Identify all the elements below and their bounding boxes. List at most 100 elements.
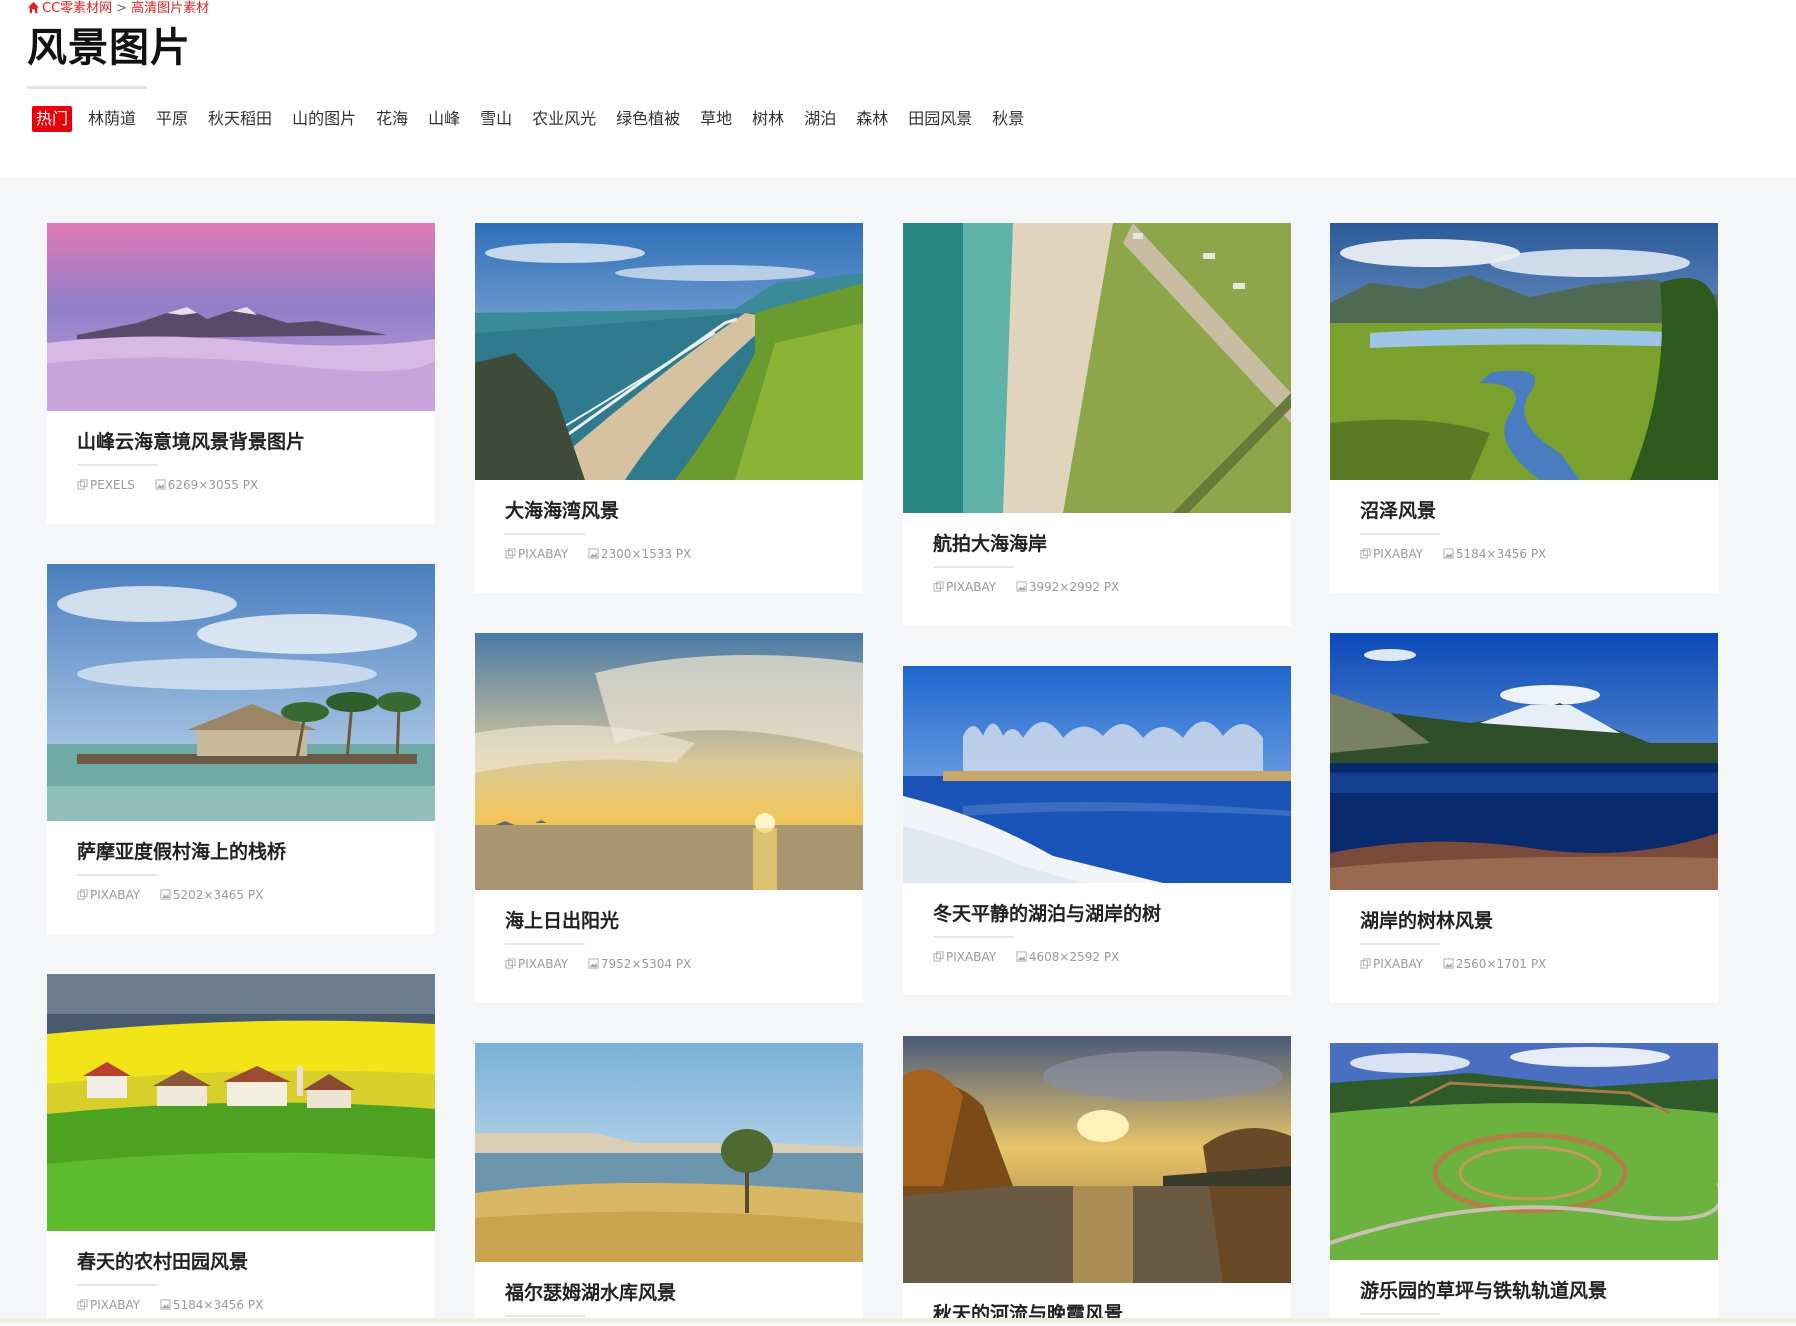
card-size: 6269×3055 PX xyxy=(167,478,259,492)
copy-icon xyxy=(933,951,944,962)
image-card[interactable]: 沼泽风景 PIXABAY 5184×3456 PX xyxy=(1330,223,1718,593)
bottom-strip xyxy=(0,1318,1796,1323)
tag-item[interactable]: 平原 xyxy=(156,106,188,132)
breadcrumb-home-link[interactable]: CC零素材网 xyxy=(42,1,112,16)
card-divider xyxy=(1360,943,1440,945)
card-thumbnail[interactable] xyxy=(1330,1043,1718,1260)
card-source: PIXABAY xyxy=(946,580,997,594)
card-size: 4608×2592 PX xyxy=(1028,950,1120,964)
card-meta: PEXELS 6269×3055 PX xyxy=(77,477,258,493)
card-title[interactable]: 沼泽风景 xyxy=(1360,499,1436,523)
tag-item[interactable]: 山峰 xyxy=(428,106,460,132)
image-icon xyxy=(1016,581,1027,592)
card-meta: PIXABAY 7952×5304 PX xyxy=(505,956,691,972)
tag-item[interactable]: 草地 xyxy=(700,106,732,132)
tag-item[interactable]: 绿色植被 xyxy=(616,106,680,132)
image-card[interactable]: 春天的农村田园风景 PIXABAY 5184×3456 PX xyxy=(47,974,435,1323)
card-title[interactable]: 山峰云海意境风景背景图片 xyxy=(77,430,305,454)
card-divider xyxy=(505,1315,585,1317)
copy-icon xyxy=(77,1299,88,1310)
tag-item[interactable]: 秋天稻田 xyxy=(208,106,272,132)
tag-item[interactable]: 湖泊 xyxy=(804,106,836,132)
tag-item[interactable]: 森林 xyxy=(856,106,888,132)
copy-icon xyxy=(505,548,516,559)
image-card[interactable]: 福尔瑟姆湖水库风景 xyxy=(475,1043,863,1323)
card-thumbnail[interactable] xyxy=(47,223,435,411)
card-divider xyxy=(1360,1313,1440,1315)
image-icon xyxy=(588,958,599,969)
card-thumbnail[interactable] xyxy=(475,1043,863,1262)
card-size: 2560×1701 PX xyxy=(1455,957,1547,971)
card-size: 3992×2992 PX xyxy=(1028,580,1120,594)
card-title[interactable]: 萨摩亚度假村海上的栈桥 xyxy=(77,840,286,864)
image-card[interactable]: 秋天的河流与晚霞风景 xyxy=(903,1036,1291,1325)
tag-item[interactable]: 山的图片 xyxy=(292,106,356,132)
tag-item[interactable]: 林荫道 xyxy=(88,106,136,132)
card-title[interactable]: 海上日出阳光 xyxy=(505,909,619,933)
card-meta: PIXABAY 3992×2992 PX xyxy=(933,579,1119,595)
tag-hot[interactable]: 热门 xyxy=(32,106,73,132)
card-source: PIXABAY xyxy=(90,888,141,902)
page-header: CC零素材网 > 高清图片素材 风景图片 热门 林荫道 平原 秋天稻田 山的图片 花… xyxy=(0,0,1796,178)
page-title: 风景图片 xyxy=(27,25,191,71)
tag-item[interactable]: 雪山 xyxy=(480,106,512,132)
card-source: PIXABAY xyxy=(518,957,569,971)
copy-icon xyxy=(505,958,516,969)
card-title[interactable]: 大海海湾风景 xyxy=(505,499,619,523)
tag-bar: 热门 林荫道 平原 秋天稻田 山的图片 花海 山峰 雪山 农业风光 绿色植被 草… xyxy=(32,106,1044,132)
image-card[interactable]: 大海海湾风景 PIXABAY 2300×1533 PX xyxy=(475,223,863,593)
card-size: 5184×3456 PX xyxy=(172,1298,264,1312)
breadcrumb-current-link[interactable]: 高清图片素材 xyxy=(131,1,209,16)
image-card[interactable]: 萨摩亚度假村海上的栈桥 PIXABAY 5202×3465 PX xyxy=(47,564,435,934)
image-card[interactable]: 冬天平静的湖泊与湖岸的树 PIXABAY 4608×2592 PX xyxy=(903,666,1291,995)
card-divider xyxy=(505,943,585,945)
card-thumbnail[interactable] xyxy=(903,666,1291,883)
card-thumbnail[interactable] xyxy=(1330,223,1718,480)
card-source: PIXABAY xyxy=(1373,957,1424,971)
card-thumbnail[interactable] xyxy=(903,223,1291,513)
tag-item[interactable]: 田园风景 xyxy=(908,106,972,132)
card-thumbnail[interactable] xyxy=(475,633,863,890)
breadcrumb: CC零素材网 > 高清图片素材 xyxy=(27,0,209,18)
card-divider xyxy=(505,533,585,535)
title-underline xyxy=(27,86,147,89)
image-card[interactable]: 山峰云海意境风景背景图片 PEXELS 6269×3055 PX xyxy=(47,223,435,524)
card-divider xyxy=(1360,533,1440,535)
card-thumbnail[interactable] xyxy=(1330,633,1718,890)
image-card[interactable]: 航拍大海海岸 PIXABAY 3992×2992 PX xyxy=(903,223,1291,626)
image-card[interactable]: 游乐园的草坪与铁轨轨道风景 xyxy=(1330,1043,1718,1323)
card-thumbnail[interactable] xyxy=(47,564,435,821)
home-icon[interactable] xyxy=(27,1,40,14)
image-card[interactable]: 湖岸的树林风景 PIXABAY 2560×1701 PX xyxy=(1330,633,1718,1003)
card-title[interactable]: 游乐园的草坪与铁轨轨道风景 xyxy=(1360,1279,1607,1303)
card-thumbnail[interactable] xyxy=(47,974,435,1231)
tag-item[interactable]: 农业风光 xyxy=(532,106,596,132)
copy-icon xyxy=(1360,958,1371,969)
card-thumbnail[interactable] xyxy=(903,1036,1291,1283)
image-icon xyxy=(1443,958,1454,969)
card-size: 7952×5304 PX xyxy=(600,957,692,971)
card-meta: PIXABAY 2300×1533 PX xyxy=(505,546,691,562)
card-divider xyxy=(77,874,157,876)
card-title[interactable]: 春天的农村田园风景 xyxy=(77,1250,248,1274)
tag-item[interactable]: 花海 xyxy=(376,106,408,132)
card-title[interactable]: 湖岸的树林风景 xyxy=(1360,909,1493,933)
card-size: 2300×1533 PX xyxy=(600,547,692,561)
card-source: PIXABAY xyxy=(518,547,569,561)
image-icon xyxy=(160,1299,171,1310)
image-card[interactable]: 海上日出阳光 PIXABAY 7952×5304 PX xyxy=(475,633,863,1003)
copy-icon xyxy=(933,581,944,592)
copy-icon xyxy=(77,479,88,490)
card-title[interactable]: 冬天平静的湖泊与湖岸的树 xyxy=(933,902,1161,926)
image-icon xyxy=(1016,951,1027,962)
copy-icon xyxy=(77,889,88,900)
tag-item[interactable]: 秋景 xyxy=(992,106,1024,132)
card-meta: PIXABAY 5184×3456 PX xyxy=(77,1297,263,1313)
card-thumbnail[interactable] xyxy=(475,223,863,480)
image-icon xyxy=(155,479,166,490)
card-source: PIXABAY xyxy=(90,1298,141,1312)
card-title[interactable]: 福尔瑟姆湖水库风景 xyxy=(505,1281,676,1305)
tag-item[interactable]: 树林 xyxy=(752,106,784,132)
card-title[interactable]: 航拍大海海岸 xyxy=(933,532,1047,556)
card-source: PIXABAY xyxy=(946,950,997,964)
